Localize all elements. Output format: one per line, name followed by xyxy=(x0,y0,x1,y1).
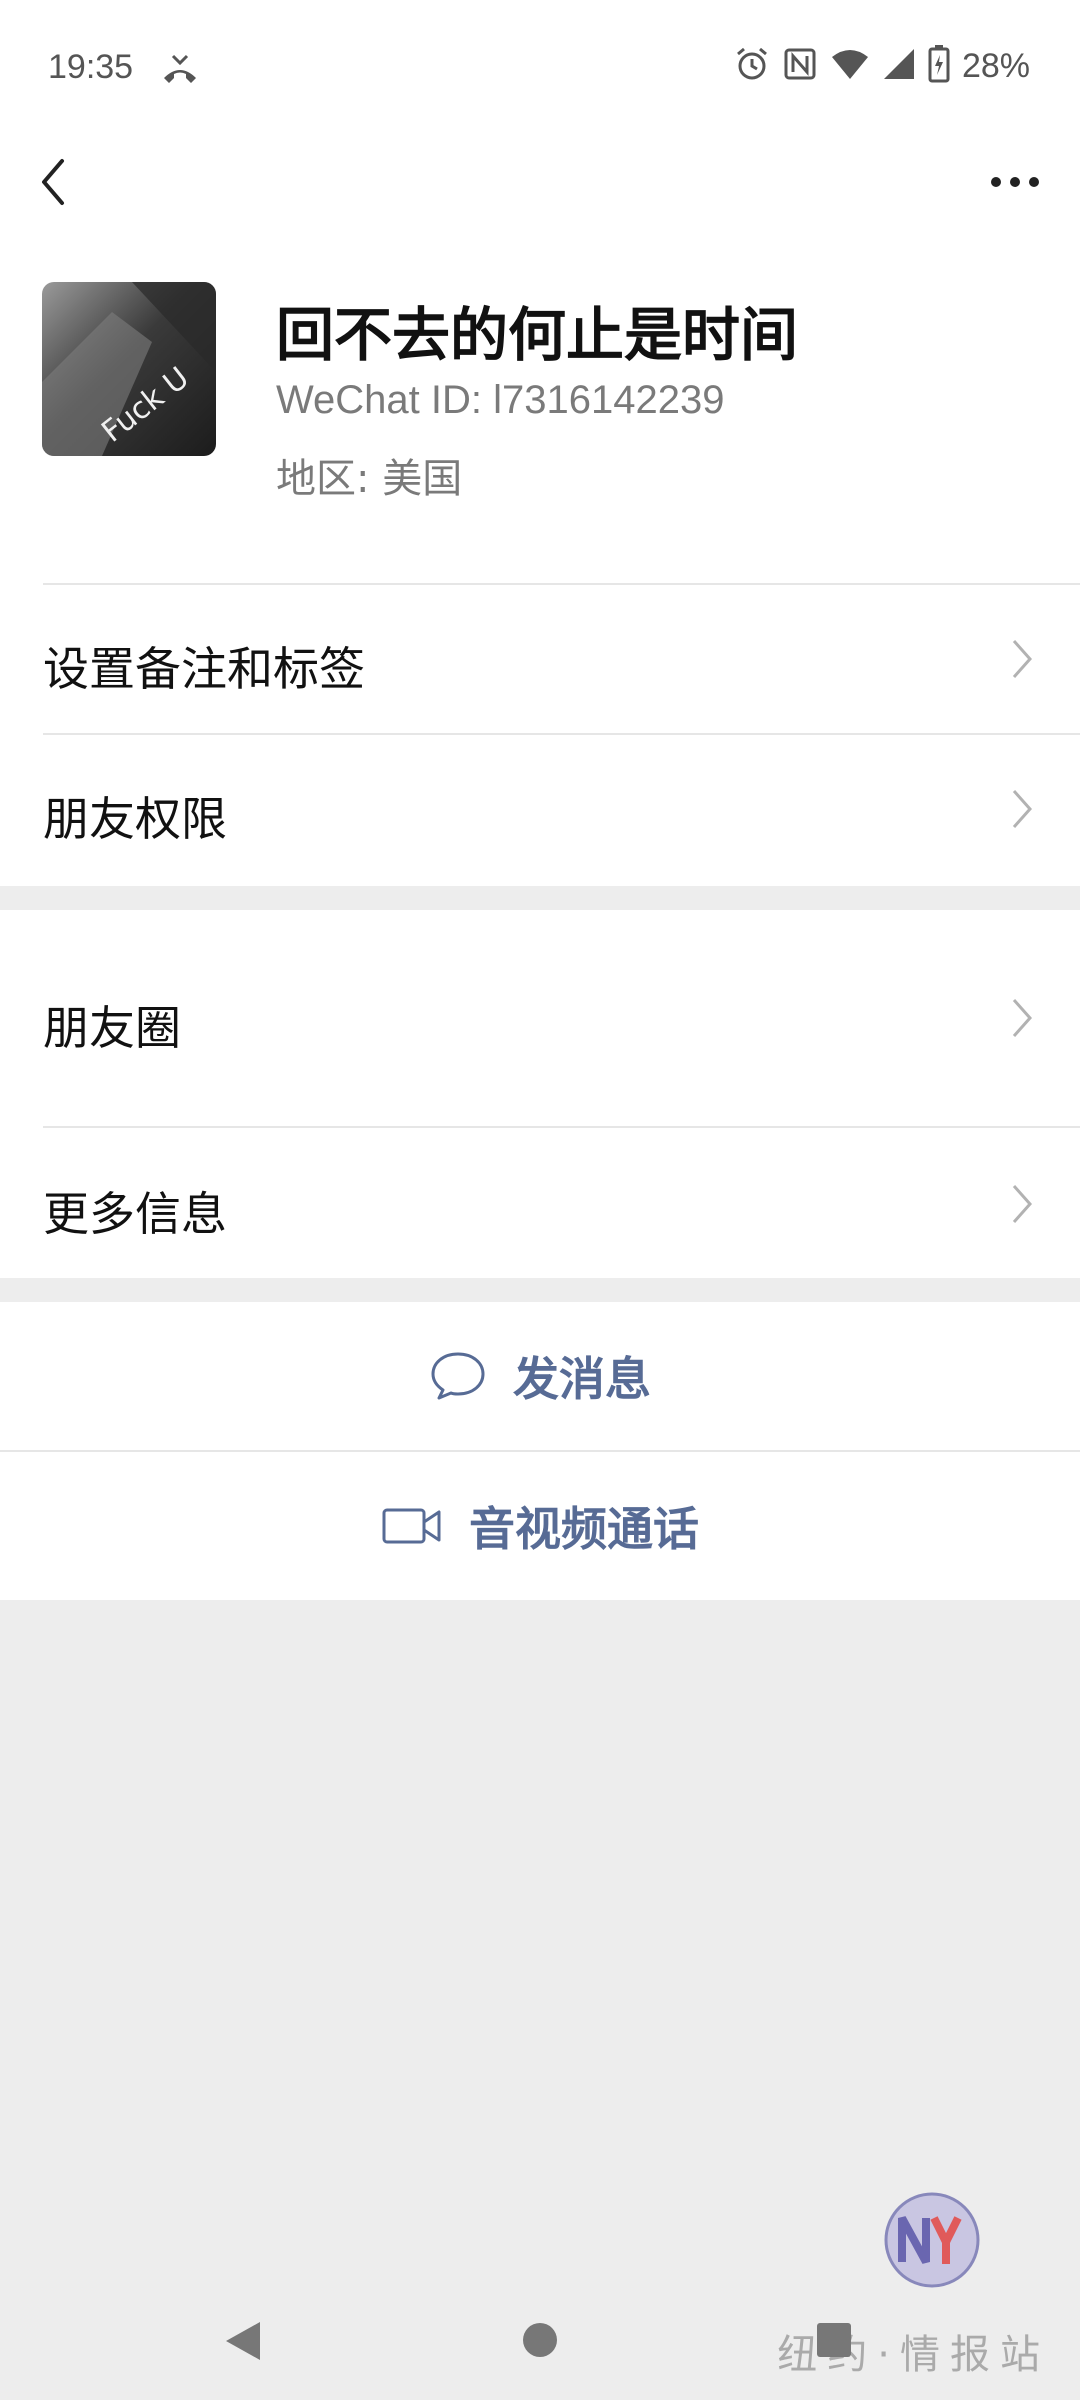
nfc-icon xyxy=(782,46,818,86)
nav-back-button[interactable] xyxy=(220,2318,264,2368)
video-call-label: 音视频通话 xyxy=(469,1502,699,1556)
status-icons: 28% xyxy=(734,44,1030,88)
alarm-icon xyxy=(734,46,770,86)
moments-row[interactable]: 朋友圈 xyxy=(0,910,1080,1126)
back-chevron-icon xyxy=(42,159,64,205)
friend-permissions-row[interactable]: 朋友权限 xyxy=(0,735,1080,886)
chevron-right-icon xyxy=(1012,640,1033,678)
video-call-button[interactable]: 音视频通话 xyxy=(0,1452,1080,1600)
top-bar xyxy=(0,140,1080,270)
nav-home-circle-icon xyxy=(523,2323,557,2357)
profile-header: Fuck U 回不去的何止是时间 WeChat ID: l7316142239 … xyxy=(0,270,1080,583)
signal-icon xyxy=(882,47,916,85)
more-info-row[interactable]: 更多信息 xyxy=(0,1128,1080,1278)
more-info-label: 更多信息 xyxy=(43,1187,227,1241)
missed-call-icon xyxy=(160,52,200,90)
nav-back-triangle-icon xyxy=(226,2322,260,2360)
avatar[interactable]: Fuck U xyxy=(42,282,216,456)
info-group: 朋友圈 更多信息 xyxy=(0,910,1080,1278)
nav-recents-button[interactable] xyxy=(814,2320,854,2364)
chevron-right-icon xyxy=(1012,999,1033,1037)
battery-charging-icon xyxy=(928,45,950,87)
battery-percent: 28% xyxy=(961,46,1030,85)
chevron-right-icon xyxy=(1012,1185,1033,1223)
back-button[interactable] xyxy=(30,147,100,217)
remark-tags-label: 设置备注和标签 xyxy=(43,642,365,696)
status-time: 19:35 xyxy=(48,48,134,86)
send-message-label: 发消息 xyxy=(513,1352,651,1406)
wechat-id: WeChat ID: l7316142239 xyxy=(276,378,725,422)
more-button[interactable] xyxy=(970,147,1060,217)
system-nav-bar xyxy=(0,2280,1080,2400)
contact-name: 回不去的何止是时间 xyxy=(276,301,799,369)
nav-recents-square-icon xyxy=(817,2323,851,2357)
region: 地区: 美国 xyxy=(276,456,463,502)
remark-tags-row[interactable]: 设置备注和标签 xyxy=(0,585,1080,733)
nav-home-button[interactable] xyxy=(520,2320,560,2364)
moments-label: 朋友圈 xyxy=(43,1001,181,1055)
status-bar: 19:35 28% xyxy=(0,0,1080,140)
watermark-logo-icon xyxy=(884,2192,980,2288)
settings-group: 设置备注和标签 朋友权限 xyxy=(0,583,1080,886)
friend-permissions-label: 朋友权限 xyxy=(43,792,227,846)
wifi-icon xyxy=(830,47,870,85)
chat-bubble-icon xyxy=(431,1352,485,1400)
video-camera-icon xyxy=(382,1508,441,1544)
send-message-button[interactable]: 发消息 xyxy=(0,1302,1080,1450)
chevron-right-icon xyxy=(1012,790,1033,828)
more-dots-icon xyxy=(991,177,1039,187)
